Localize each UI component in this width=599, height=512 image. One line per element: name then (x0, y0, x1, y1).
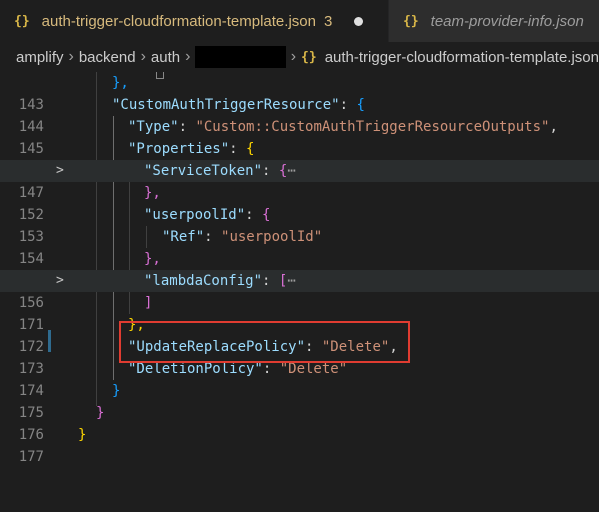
code-line: 153 "userpoolId": { (18, 207, 271, 245)
code-line: 145 "Type": "Custom::CustomAuthTriggerRe… (18, 119, 558, 157)
code-line: 154 "Ref": "userpoolId" (18, 229, 323, 267)
chevron-right-icon: › (68, 48, 74, 65)
code-line: 143 }, (18, 75, 129, 113)
tab-auth-trigger-template[interactable]: {} auth-trigger-cloudformation-template.… (0, 0, 388, 42)
tab-team-provider-info[interactable]: {} team-provider-info.json (389, 0, 599, 42)
code-line: 155 }, (19, 251, 161, 289)
chevron-right-icon[interactable]: > (56, 270, 64, 292)
json-file-icon: {} (301, 49, 317, 65)
tab-bar: {} auth-trigger-cloudformation-template.… (0, 0, 599, 42)
tab-label: team-provider-info.json (430, 12, 584, 30)
chevron-right-icon: › (290, 48, 297, 65)
code-line-folded[interactable]: 147 > "ServiceToken": {⋯ (0, 160, 599, 201)
problem-count-badge: 3 (323, 12, 333, 30)
code-line: 171 ] (18, 295, 153, 333)
unsaved-dot-icon[interactable] (354, 16, 364, 26)
breadcrumb-item-auth[interactable]: auth (151, 49, 180, 66)
highlight-annotation-box (119, 321, 410, 363)
chevron-right-icon: › (140, 48, 146, 65)
tab-label: auth-trigger-cloudformation-template.jso… (41, 12, 316, 30)
code-line-folded[interactable]: 156 > "lambdaConfig": [⋯ (0, 270, 599, 311)
chevron-right-icon: › (185, 48, 191, 65)
code-line: 175 } (18, 383, 121, 421)
code-line: 144 "CustomAuthTriggerResource": { (18, 97, 365, 135)
code-line: 146 "Properties": { (19, 141, 255, 179)
code-line: 152 }, (18, 185, 161, 223)
breadcrumb-item-amplify[interactable]: amplify (16, 49, 64, 66)
code-line: 176 } (18, 405, 105, 443)
breadcrumb-item-backend[interactable]: backend (79, 49, 136, 66)
json-file-icon: {} (403, 13, 419, 29)
breadcrumb-item-file[interactable]: auth-trigger-cloudformation-template.jso… (325, 49, 599, 66)
redacted-breadcrumb-item (195, 46, 286, 68)
breadcrumb: amplify › backend › auth › › {} auth-tri… (0, 42, 599, 72)
json-file-icon: {} (14, 13, 30, 29)
code-line: 177 } (18, 427, 87, 465)
chevron-right-icon[interactable]: > (56, 160, 64, 182)
code-editor[interactable]: 143 }, 144 "CustomAuthTriggerResource": … (0, 72, 599, 465)
